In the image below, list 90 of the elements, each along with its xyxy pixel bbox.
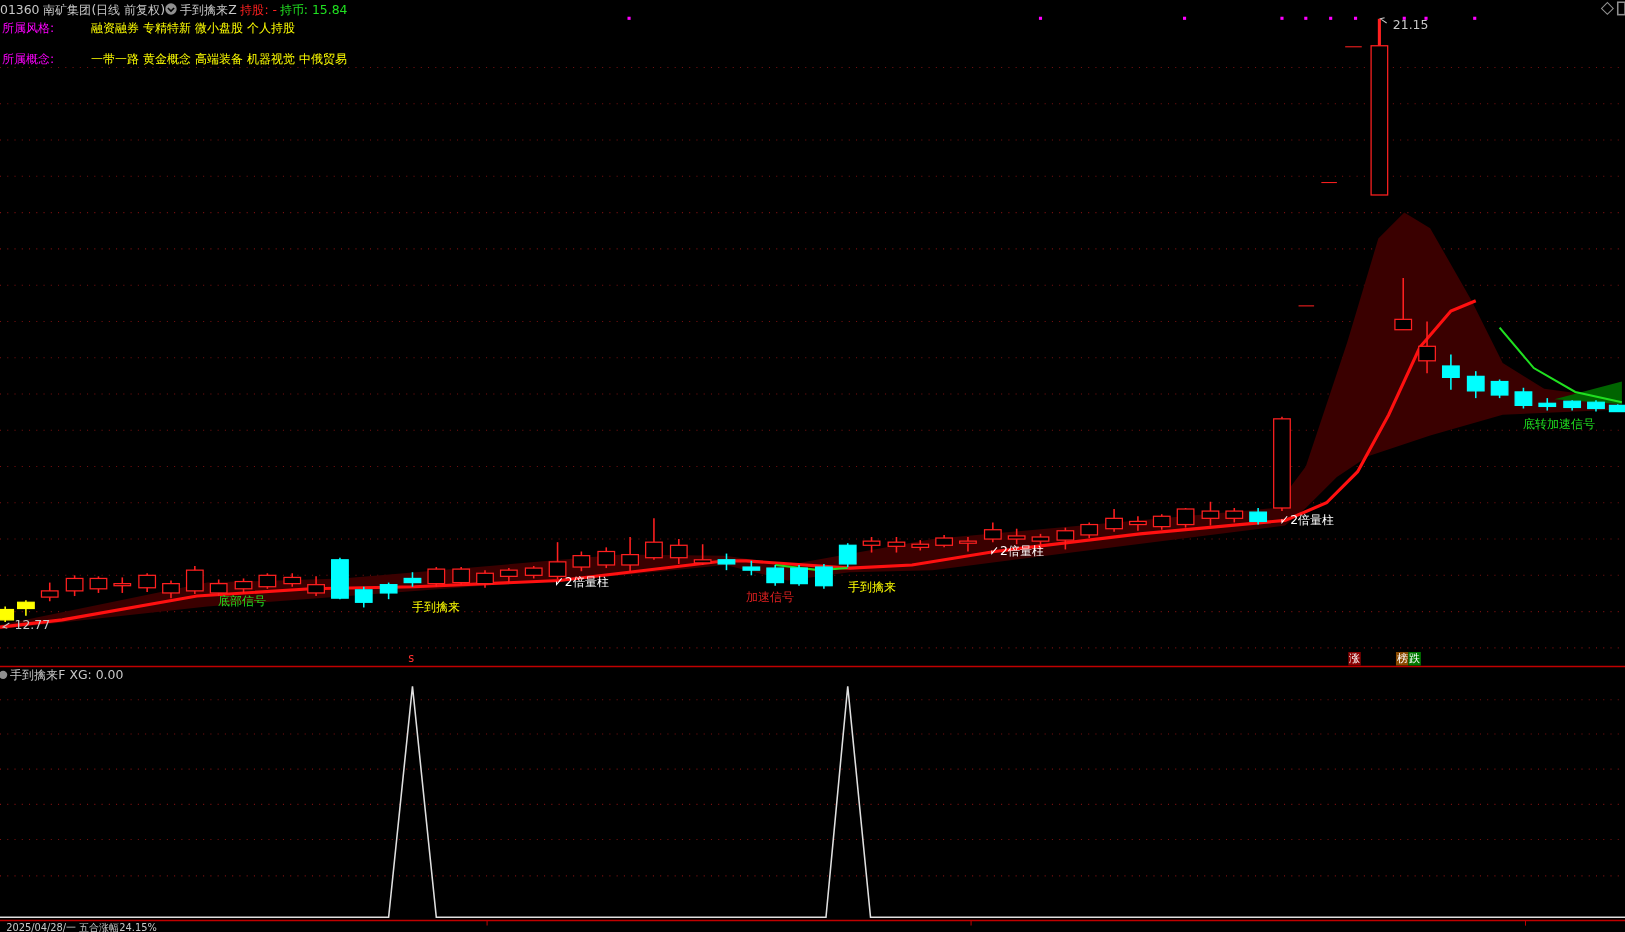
candlestick	[1442, 353, 1460, 391]
candlestick	[499, 567, 518, 584]
candlestick	[669, 538, 688, 565]
candlestick	[1249, 507, 1268, 526]
candlestick	[1394, 277, 1413, 331]
candlestick	[0, 605, 15, 623]
high-price-label: 21.15	[1392, 17, 1429, 33]
candlestick	[572, 550, 591, 572]
candlestick	[17, 599, 35, 617]
candlestick	[766, 564, 785, 587]
sub-panel-title: 手到擒来F	[10, 666, 66, 682]
diamond-icon[interactable]	[1600, 1, 1614, 16]
candlestick	[403, 571, 422, 588]
candlestick	[862, 536, 881, 554]
candlestick	[1514, 387, 1533, 410]
candlestick	[331, 556, 349, 600]
candlestick	[1466, 370, 1485, 399]
candlestick	[65, 574, 84, 597]
marker-badge: 跌	[1408, 651, 1421, 666]
candlestick	[621, 536, 639, 572]
sub-panel-reading: XG: 0.00	[69, 666, 124, 682]
candlestick	[935, 534, 954, 549]
candlestick	[983, 521, 1002, 543]
candlestick	[1152, 513, 1171, 531]
candlestick	[911, 539, 930, 552]
info-label: 所属概念:	[2, 51, 55, 67]
window-icon[interactable]	[1616, 1, 1625, 16]
candlestick	[959, 536, 977, 553]
marker-text: s	[408, 651, 415, 666]
candlestick	[1538, 397, 1557, 412]
signal-label: 底部信号	[217, 593, 266, 609]
signal-label: 手到擒来	[847, 578, 896, 594]
cash-status: 持币: 15.84	[279, 1, 348, 17]
candlestick	[452, 566, 471, 586]
signal-label: 加速信号	[746, 589, 795, 605]
candlestick	[307, 575, 325, 597]
candlestick	[1418, 320, 1436, 375]
candlestick	[354, 585, 373, 609]
info-value: 融资融券 专精特新 微小盘股 个人持股	[91, 20, 296, 36]
candlestick	[1176, 507, 1195, 529]
candlestick	[1105, 508, 1123, 533]
candlestick	[40, 581, 59, 602]
candlestick	[1007, 527, 1026, 545]
candlestick	[185, 565, 204, 595]
candlestick	[138, 572, 157, 593]
candlestick	[838, 542, 857, 568]
candlestick	[1129, 515, 1147, 532]
holding-status: 持股: -	[240, 1, 278, 17]
axis-date: 2025/04/28/一 五合涨幅24.15%	[6, 921, 157, 932]
candlestick	[524, 565, 543, 580]
candlestick	[790, 564, 808, 587]
signal-label: 底转加速信号	[1523, 416, 1596, 432]
candlestick	[1201, 500, 1220, 527]
candlestick	[887, 536, 906, 554]
marker-badge: 涨	[1348, 651, 1361, 666]
candlestick	[379, 581, 398, 600]
price-mark	[1344, 46, 1363, 48]
candlestick	[113, 576, 132, 594]
info-value: 一带一路 黄金概念 高端装备 机器视觉 中俄贸易	[91, 51, 347, 67]
candlestick	[1608, 403, 1625, 413]
candlestick	[645, 517, 663, 561]
candlestick	[1056, 526, 1075, 551]
candlestick	[548, 541, 567, 581]
candlestick	[717, 552, 736, 571]
candlestick	[1080, 521, 1099, 539]
candlestick	[162, 579, 180, 599]
candlestick	[742, 560, 761, 577]
candlestick	[597, 546, 616, 569]
price-mark	[1298, 305, 1315, 307]
candlestick	[1225, 507, 1244, 524]
info-label: 所属风格:	[2, 20, 55, 36]
candlestick	[815, 563, 833, 590]
candlestick	[1563, 399, 1582, 412]
signal-label: 手到擒来	[412, 598, 461, 614]
candlestick	[693, 543, 712, 566]
dropdown-icon[interactable]	[165, 3, 177, 15]
candlestick	[89, 575, 108, 594]
candlestick	[1490, 378, 1509, 399]
price-mark	[1320, 182, 1338, 184]
marker-badge: 榜	[1395, 651, 1409, 666]
candlestick	[427, 566, 446, 588]
candlestick	[234, 577, 253, 594]
candlestick	[258, 572, 277, 590]
candlestick	[283, 572, 302, 588]
dropdown-icon[interactable]	[0, 670, 8, 679]
stock-title: 01360 南矿集团(日线 前复权)	[0, 1, 166, 17]
indicator-name[interactable]: 手到擒来Z	[180, 1, 237, 17]
candlestick	[1587, 399, 1605, 413]
candlestick	[476, 569, 494, 589]
candlestick	[209, 578, 228, 597]
